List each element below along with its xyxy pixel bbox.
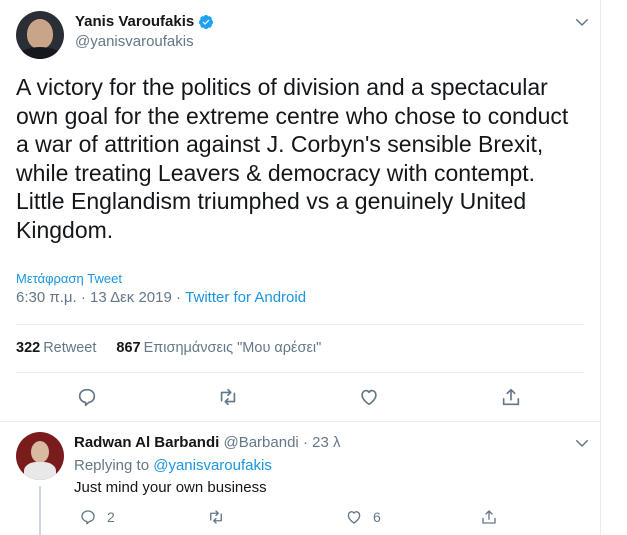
tweet-action-bar [0, 386, 600, 410]
reply-header: Radwan Al Barbandi @Barbandi · 23 λ [74, 434, 340, 451]
tweet-date[interactable]: 13 Δεκ 2019 [90, 289, 172, 306]
tweet-source-link[interactable]: Twitter for Android [185, 289, 306, 306]
divider [16, 324, 584, 325]
tweet-time[interactable]: 6:30 π.μ. [16, 289, 77, 306]
replying-to-handle-link[interactable]: @yanisvaroufakis [153, 457, 272, 474]
reply-text: Just mind your own business [74, 479, 267, 496]
reply-author-name[interactable]: Radwan Al Barbandi [74, 434, 219, 451]
like-stat-label: Επισημάνσεις "Μου αρέσει" [143, 340, 322, 356]
divider [0, 421, 600, 422]
like-count: 867 [116, 340, 141, 356]
reply-retweet-button[interactable] [207, 508, 225, 526]
separator-dot: · [302, 434, 308, 451]
like-heart-icon[interactable] [358, 386, 380, 408]
verified-badge-icon [199, 14, 214, 29]
reply-tweet[interactable]: Radwan Al Barbandi @Barbandi · 23 λ Repl… [16, 430, 591, 535]
author-avatar[interactable] [16, 11, 64, 59]
retweet-count: 322 [16, 340, 41, 356]
translate-tweet-link[interactable]: Μετάφραση Tweet [16, 271, 122, 286]
separator-dot: · [80, 289, 86, 306]
chevron-down-icon[interactable] [573, 13, 591, 31]
retweet-icon [210, 510, 222, 524]
chevron-down-icon[interactable] [573, 434, 591, 452]
reply-author-avatar[interactable] [16, 432, 64, 480]
replying-to-prefix: Replying to [74, 457, 150, 474]
tweet-stats: 322 Retweet 867 Επισημάνσεις "Μου αρέσει" [16, 340, 321, 356]
tweet-header: Yanis Varoufakis @yanisvaroufakis [16, 11, 591, 59]
author-name[interactable]: Yanis Varoufakis [75, 13, 194, 30]
reply-author-handle[interactable]: @Barbandi [223, 434, 298, 451]
reply-reply-button[interactable]: 2 [79, 508, 115, 526]
separator-dot: · [176, 289, 181, 306]
author-name-block: Yanis Varoufakis @yanisvaroufakis [75, 13, 214, 50]
reply-action-bar: 2 6 [74, 508, 591, 528]
divider [16, 372, 584, 373]
replying-to: Replying to @yanisvaroufakis [74, 457, 272, 474]
retweet-stat[interactable]: 322 Retweet [16, 340, 96, 356]
reply-age[interactable]: 23 λ [312, 434, 340, 451]
reply-icon[interactable] [76, 386, 98, 408]
retweet-icon[interactable] [217, 386, 239, 408]
column-border [600, 0, 601, 535]
reply-share-button[interactable] [480, 508, 498, 526]
like-stat[interactable]: 867 Επισημάνσεις "Μου αρέσει" [116, 340, 321, 356]
tweet-text: A victory for the politics of division a… [16, 74, 569, 243]
reply-like-button[interactable]: 6 [345, 508, 381, 526]
tweet-detail-panel: Yanis Varoufakis @yanisvaroufakis A vict… [0, 0, 600, 535]
tweet-timestamp-row: 6:30 π.μ. · 13 Δεκ 2019 · Twitter for An… [16, 289, 306, 306]
retweet-stat-label: Retweet [43, 340, 97, 356]
author-handle[interactable]: @yanisvaroufakis [75, 33, 214, 50]
reply-icon [81, 510, 95, 525]
reply-like-count: 6 [373, 509, 381, 525]
like-heart-icon [347, 511, 361, 524]
thread-line [39, 486, 41, 535]
share-icon[interactable] [500, 386, 522, 408]
share-icon [482, 510, 496, 524]
reply-reply-count: 2 [107, 509, 115, 525]
